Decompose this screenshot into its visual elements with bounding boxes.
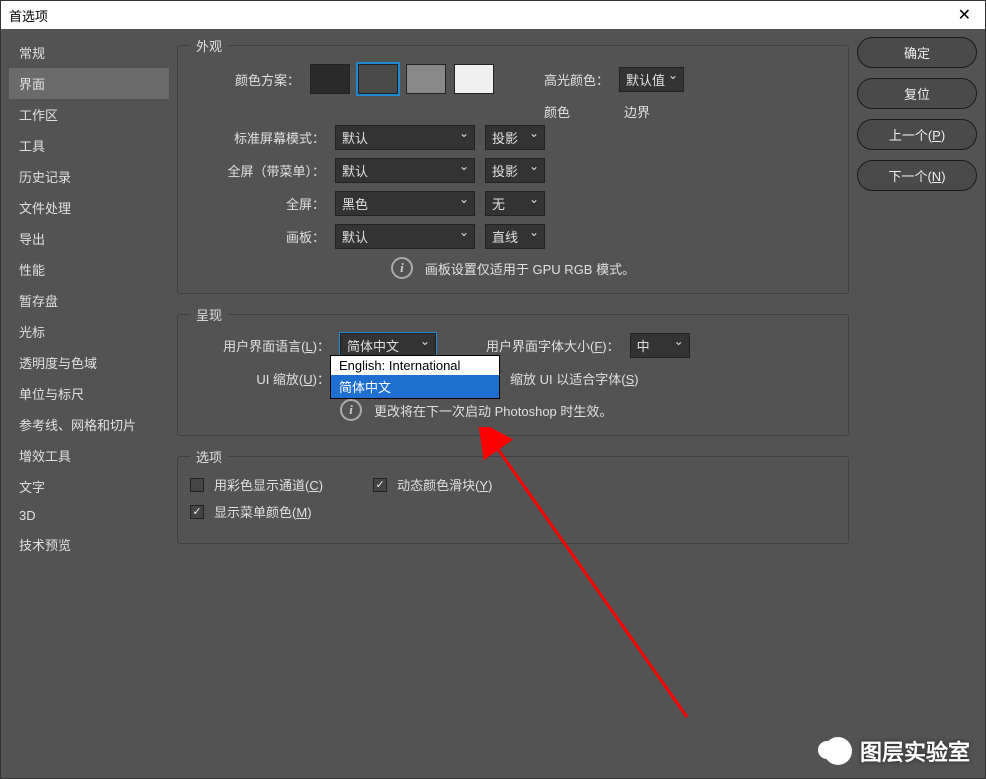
border-select[interactable]: 直线 — [485, 224, 545, 249]
highlight-select[interactable]: 默认值 — [619, 67, 684, 92]
group-title: 选项 — [190, 447, 228, 466]
col-border-header: 边界 — [602, 102, 672, 121]
sidebar-item[interactable]: 工作区 — [9, 99, 169, 130]
titlebar: 首选项 ✕ — [1, 1, 985, 29]
close-icon[interactable]: ✕ — [952, 5, 977, 25]
sidebar-item[interactable]: 透明度与色域 — [9, 347, 169, 378]
wechat-icon — [824, 737, 852, 765]
color-swatches — [310, 64, 494, 94]
col-color-header: 颜色 — [522, 102, 592, 121]
color-channels-checkbox[interactable] — [190, 478, 204, 492]
window-title: 首选项 — [9, 6, 48, 25]
color-select[interactable]: 默认 — [335, 224, 475, 249]
sidebar-item[interactable]: 文字 — [9, 471, 169, 502]
sidebar-item[interactable]: 参考线、网格和切片 — [9, 409, 169, 440]
info-icon: i — [391, 257, 413, 279]
watermark: 图层实验室 — [824, 735, 970, 767]
ok-button[interactable]: 确定 — [857, 37, 977, 68]
prev-button[interactable]: 上一个(P) — [857, 119, 977, 150]
sidebar-item[interactable]: 3D — [9, 502, 169, 529]
ui-scale-label: UI 缩放(U)： — [190, 369, 330, 388]
preferences-window: 首选项 ✕ 常规界面工作区工具历史记录文件处理导出性能暂存盘光标透明度与色域单位… — [0, 0, 986, 779]
border-select[interactable]: 投影 — [485, 158, 545, 183]
color-select[interactable]: 默认 — [335, 158, 475, 183]
sidebar-item[interactable]: 常规 — [9, 37, 169, 68]
sidebar-item[interactable]: 技术预览 — [9, 529, 169, 560]
sidebar-item[interactable]: 文件处理 — [9, 192, 169, 223]
options-group: 选项 用彩色显示通道(C) ✓ 动态颜色滑块(Y) ✓ 显示菜单颜色(M) — [177, 456, 849, 544]
color-swatch[interactable] — [406, 64, 446, 94]
dropdown-option[interactable]: 简体中文 — [331, 375, 499, 398]
row-label: 全屏： — [190, 194, 325, 213]
menu-colors-checkbox[interactable]: ✓ — [190, 505, 204, 519]
sidebar-item[interactable]: 单位与标尺 — [9, 378, 169, 409]
group-title: 外观 — [190, 36, 228, 55]
font-size-select[interactable]: 中 — [630, 333, 690, 358]
row-label: 画板： — [190, 227, 325, 246]
color-scheme-label: 颜色方案： — [190, 70, 300, 89]
border-select[interactable]: 投影 — [485, 125, 545, 150]
color-channels-label: 用彩色显示通道(C) — [214, 475, 323, 494]
sidebar-item[interactable]: 性能 — [9, 254, 169, 285]
presentation-group: 呈现 用户界面语言(L)： 简体中文 用户界面字体大小(F)： 中 UI 缩放(… — [177, 314, 849, 436]
border-select[interactable]: 无 — [485, 191, 545, 216]
appearance-group: 外观 颜色方案： 高光颜色： 默认值 颜色 边界 标准屏幕模式：默认投影全屏（带… — [177, 45, 849, 294]
dynamic-sliders-checkbox[interactable]: ✓ — [373, 478, 387, 492]
reset-button[interactable]: 复位 — [857, 78, 977, 109]
dynamic-sliders-label: 动态颜色滑块(Y) — [397, 475, 492, 494]
sidebar-item[interactable]: 界面 — [9, 68, 169, 99]
color-swatch[interactable] — [454, 64, 494, 94]
sidebar-item[interactable]: 光标 — [9, 316, 169, 347]
sidebar-item[interactable]: 历史记录 — [9, 161, 169, 192]
menu-colors-label: 显示菜单颜色(M) — [214, 502, 312, 521]
sidebar-item[interactable]: 导出 — [9, 223, 169, 254]
sidebar-item[interactable]: 暂存盘 — [9, 285, 169, 316]
main-panel: 外观 颜色方案： 高光颜色： 默认值 颜色 边界 标准屏幕模式：默认投影全屏（带… — [177, 37, 849, 770]
next-button[interactable]: 下一个(N) — [857, 160, 977, 191]
sidebar-item[interactable]: 增效工具 — [9, 440, 169, 471]
row-label: 标准屏幕模式： — [190, 128, 325, 147]
group-title: 呈现 — [190, 305, 228, 324]
highlight-label: 高光颜色： — [544, 70, 609, 89]
color-swatch[interactable] — [310, 64, 350, 94]
scale-ui-label: 缩放 UI 以适合字体(S) — [510, 369, 639, 388]
color-swatch[interactable] — [358, 64, 398, 94]
action-buttons: 确定 复位 上一个(P) 下一个(N) — [857, 37, 977, 770]
sidebar-item[interactable]: 工具 — [9, 130, 169, 161]
info-icon: i — [340, 399, 362, 421]
language-label: 用户界面语言(L)： — [190, 336, 330, 355]
font-size-label: 用户界面字体大小(F)： — [486, 336, 620, 355]
sidebar: 常规界面工作区工具历史记录文件处理导出性能暂存盘光标透明度与色域单位与标尺参考线… — [9, 37, 169, 770]
color-select[interactable]: 默认 — [335, 125, 475, 150]
presentation-info: 更改将在下一次启动 Photoshop 时生效。 — [374, 401, 612, 420]
row-label: 全屏（带菜单）： — [190, 161, 325, 180]
language-dropdown[interactable]: English: International简体中文 — [330, 355, 500, 399]
appearance-info: 画板设置仅适用于 GPU RGB 模式。 — [425, 259, 635, 278]
dropdown-option[interactable]: English: International — [331, 356, 499, 375]
color-select[interactable]: 黑色 — [335, 191, 475, 216]
